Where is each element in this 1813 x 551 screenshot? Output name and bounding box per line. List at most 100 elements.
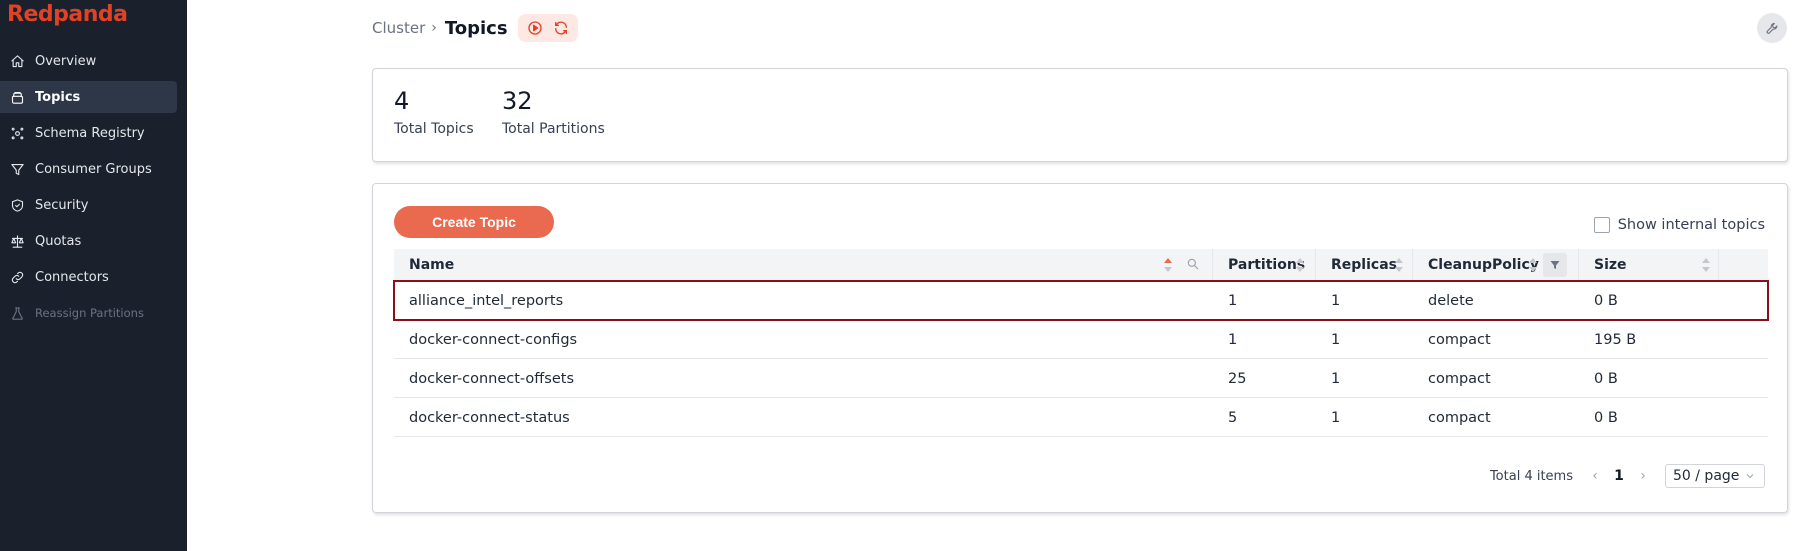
- sidebar-item-topics[interactable]: Topics: [0, 81, 177, 113]
- column-header-cleanup-policy[interactable]: CleanupPolicy: [1412, 249, 1578, 281]
- topics-card: Create Topic Show internal topics Name P…: [372, 183, 1788, 513]
- chevron-left-icon[interactable]: ‹: [1585, 468, 1605, 484]
- topic-name[interactable]: docker-connect-offsets: [409, 359, 574, 398]
- redpanda-logo[interactable]: Redpanda: [7, 2, 128, 27]
- column-header-name[interactable]: Name: [394, 249, 1212, 281]
- show-internal-toggle[interactable]: Show internal topics: [1593, 217, 1765, 233]
- beaker-icon: [9, 305, 25, 321]
- chevron-right-icon: ›: [431, 20, 437, 36]
- topic-size: 0 B: [1594, 409, 1618, 426]
- column-header-partitions[interactable]: Partitions: [1212, 249, 1315, 281]
- sidebar-item-label: Security: [35, 197, 89, 213]
- play-icon[interactable]: [522, 17, 548, 39]
- table-row[interactable]: docker-connect-configs 1 1 compact 195 B: [394, 320, 1768, 359]
- topic-name[interactable]: docker-connect-status: [409, 398, 570, 437]
- column-header-replicas[interactable]: Replicas: [1315, 249, 1412, 281]
- topic-replicas: 1: [1331, 292, 1341, 309]
- show-internal-label: Show internal topics: [1617, 217, 1765, 233]
- sort-icon[interactable]: [1395, 258, 1403, 272]
- wrench-icon[interactable]: [1757, 13, 1787, 43]
- page-title: Topics: [444, 17, 508, 39]
- funnel-icon: [9, 161, 25, 177]
- table-row[interactable]: docker-connect-offsets 25 1 compact 0 B: [394, 359, 1768, 398]
- breadcrumb-cluster[interactable]: Cluster: [372, 19, 425, 37]
- pagination: Total 4 items ‹ 1 › 50 / page: [1490, 464, 1765, 488]
- main-content: Cluster › Topics 4 Total Topics 32 Total…: [187, 0, 1813, 551]
- show-internal-checkbox[interactable]: [1593, 217, 1610, 233]
- stat-total-topics: 4 Total Topics: [394, 87, 474, 137]
- table-row[interactable]: alliance_intel_reports 1 1 delete 0 B: [393, 280, 1769, 321]
- page-header: Cluster › Topics: [372, 12, 578, 44]
- column-label: Replicas: [1331, 257, 1397, 273]
- table-row[interactable]: docker-connect-status 5 1 compact 0 B: [394, 398, 1768, 437]
- sidebar-item-schema-registry[interactable]: Schema Registry: [0, 117, 177, 149]
- sidebar-item-reassign-partitions: Reassign Partitions: [0, 297, 177, 329]
- sort-icon[interactable]: [1164, 258, 1172, 272]
- stat-value: 4: [394, 87, 410, 115]
- topic-partitions: 5: [1228, 409, 1238, 426]
- sidebar: Redpanda Overview Topics Schema Registry…: [0, 0, 187, 551]
- chevron-down-icon: [1744, 470, 1756, 486]
- sort-icon[interactable]: [1529, 258, 1537, 272]
- filter-icon[interactable]: [1543, 253, 1567, 277]
- scale-icon: [9, 233, 25, 249]
- topic-replicas: 1: [1331, 370, 1341, 387]
- column-label: CleanupPolicy: [1428, 257, 1539, 273]
- page-number[interactable]: 1: [1609, 468, 1629, 484]
- column-label: Partitions: [1228, 257, 1306, 273]
- topic-replicas: 1: [1331, 331, 1341, 348]
- header-actions: [517, 14, 578, 42]
- column-header-size[interactable]: Size: [1578, 249, 1718, 281]
- stat-label: Total Topics: [394, 121, 474, 137]
- topic-cleanup-policy: compact: [1428, 409, 1491, 426]
- topic-partitions: 25: [1228, 370, 1247, 387]
- link-icon: [9, 269, 25, 285]
- stat-value: 32: [502, 87, 533, 115]
- search-icon[interactable]: [1186, 257, 1202, 273]
- topic-size: 0 B: [1594, 370, 1618, 387]
- page-size-value: 50 / page: [1673, 468, 1740, 484]
- sidebar-item-label: Quotas: [35, 233, 82, 249]
- create-topic-button[interactable]: Create Topic: [394, 206, 554, 238]
- stats-card: 4 Total Topics 32 Total Partitions: [372, 68, 1788, 162]
- topic-partitions: 1: [1228, 331, 1238, 348]
- sort-icon[interactable]: [1702, 258, 1710, 272]
- sidebar-item-consumer-groups[interactable]: Consumer Groups: [0, 153, 177, 185]
- sidebar-nav: Overview Topics Schema Registry Consumer…: [0, 45, 187, 333]
- sidebar-item-label: Overview: [35, 53, 97, 69]
- sort-icon[interactable]: [1296, 258, 1304, 272]
- topic-name[interactable]: docker-connect-configs: [409, 320, 577, 359]
- table-header: Name Partitions Replicas CleanupPolicy S…: [394, 249, 1768, 281]
- refresh-icon[interactable]: [548, 17, 574, 39]
- chevron-right-icon[interactable]: ›: [1633, 468, 1653, 484]
- sidebar-item-label: Topics: [35, 89, 81, 105]
- topic-partitions: 1: [1228, 292, 1238, 309]
- sidebar-item-label: Connectors: [35, 269, 109, 285]
- topic-size: 195 B: [1594, 331, 1637, 348]
- topic-cleanup-policy: compact: [1428, 331, 1491, 348]
- pagination-total: Total 4 items: [1489, 468, 1573, 484]
- topics-table: Name Partitions Replicas CleanupPolicy S…: [393, 249, 1769, 437]
- sidebar-item-label: Reassign Partitions: [35, 306, 144, 320]
- collection-icon: [9, 89, 25, 105]
- topic-cleanup-policy: compact: [1428, 370, 1491, 387]
- shield-icon: [9, 197, 25, 213]
- stat-total-partitions: 32 Total Partitions: [502, 87, 605, 137]
- sidebar-item-label: Schema Registry: [35, 125, 145, 141]
- topic-replicas: 1: [1331, 409, 1341, 426]
- sidebar-item-label: Consumer Groups: [35, 161, 152, 177]
- sidebar-item-security[interactable]: Security: [0, 189, 177, 221]
- column-label: Size: [1594, 257, 1627, 273]
- page-size-select[interactable]: 50 / page: [1665, 464, 1765, 488]
- sidebar-item-connectors[interactable]: Connectors: [0, 261, 177, 293]
- topic-cleanup-policy: delete: [1428, 292, 1474, 309]
- schema-icon: [9, 125, 25, 141]
- topic-name[interactable]: alliance_intel_reports: [409, 281, 563, 320]
- column-label: Name: [409, 257, 455, 273]
- home-icon: [9, 53, 25, 69]
- sidebar-item-overview[interactable]: Overview: [0, 45, 177, 77]
- topic-size: 0 B: [1594, 292, 1618, 309]
- sidebar-item-quotas[interactable]: Quotas: [0, 225, 177, 257]
- column-header-actions: [1718, 249, 1768, 281]
- stat-label: Total Partitions: [502, 121, 605, 137]
